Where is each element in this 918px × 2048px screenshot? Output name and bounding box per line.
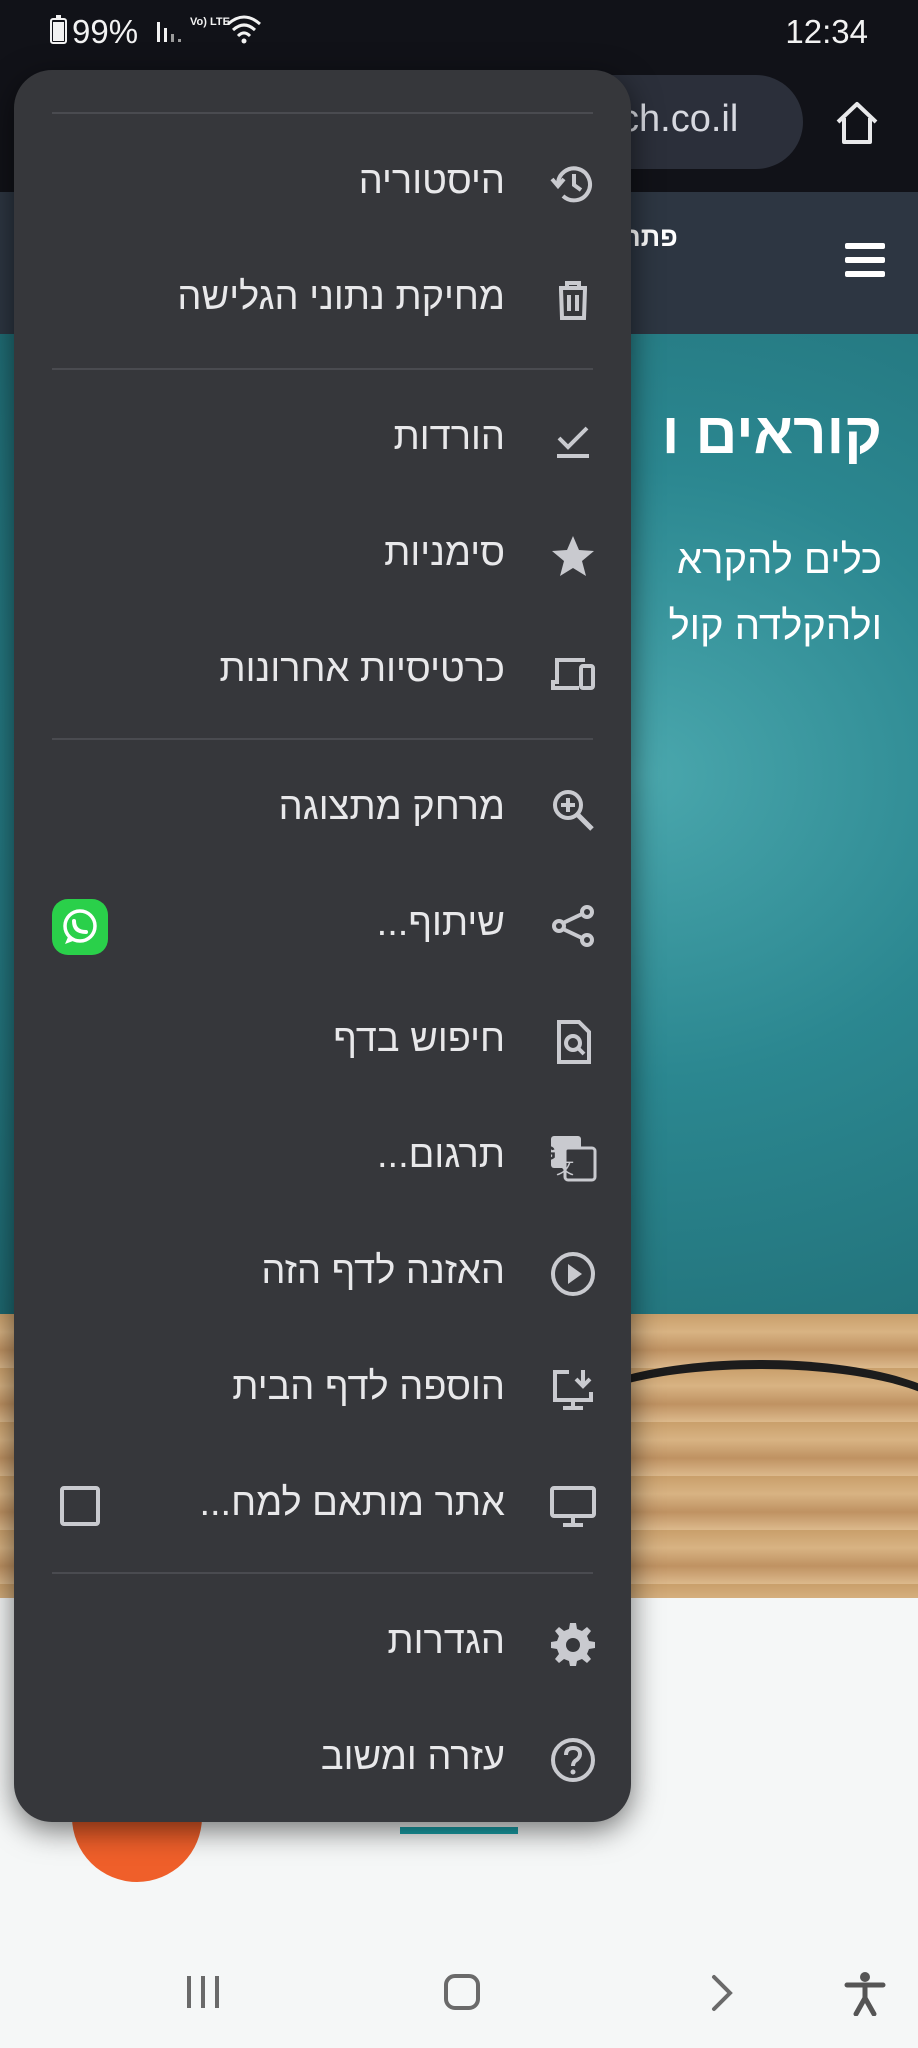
menu-item-history[interactable]: היסטוריה [14,134,631,234]
download-check-icon [557,426,589,458]
battery-icon [50,15,67,44]
menu-divider [52,112,593,114]
whatsapp-icon[interactable] [52,899,108,955]
status-bar: 99% Vo) LTE 12:34 [0,0,918,62]
menu-item-label: הגדרות [387,1620,505,1662]
volte-lte-icon: Vo) LTE [190,16,230,28]
menu-item-zoom[interactable]: מרחק מתצוגה [14,760,631,860]
desktop-site-checkbox[interactable] [60,1486,100,1526]
menu-item-label: הורדות [393,416,505,458]
find-in-page-icon [557,1020,591,1064]
play-circle-icon [551,1252,595,1296]
menu-item-help[interactable]: עזרה ומשוב [14,1710,631,1810]
menu-item-label: עזרה ומשוב [320,1736,505,1778]
overflow-menu: היסטוריה מחיקת נתוני הגלישה הורדות סימני… [14,70,631,1822]
add-to-home-icon [553,1370,593,1410]
menu-item-listen[interactable]: האזנה לדף הזה [14,1224,631,1324]
menu-item-clear-browsing-data[interactable]: מחיקת נתוני הגלישה [14,250,631,350]
trash-icon [559,281,587,320]
clock: 12:34 [785,13,868,50]
nav-home-icon[interactable] [444,1974,480,2010]
history-icon [550,166,592,203]
menu-item-settings[interactable]: הגדרות [14,1594,631,1694]
menu-item-label: חיפוש בדף [333,1018,505,1060]
accessibility-icon[interactable] [842,1970,888,2016]
menu-item-label: מחיקת נתוני הגלישה [177,276,505,318]
menu-item-label: אתר מותאם למח... [199,1482,505,1524]
menu-item-label: היסטוריה [358,160,505,202]
svg-text:文: 文 [556,1158,574,1179]
desktop-icon [550,1486,596,1527]
devices-icon [551,658,595,690]
zoom-in-icon [553,790,594,831]
translate-icon: G 文 [549,1136,597,1182]
menu-item-label: האזנה לדף הזה [261,1250,505,1292]
menu-item-label: הוספה לדף הבית [232,1366,505,1408]
menu-item-share[interactable]: שיתוף... [14,876,631,976]
menu-item-bookmarks[interactable]: סימניות [14,506,631,606]
menu-divider [52,368,593,370]
signal-icon [157,22,181,42]
hamburger-menu-icon[interactable] [845,243,885,277]
star-icon [552,536,594,576]
menu-item-recent-tabs[interactable]: כרטיסיות אחרונות [14,622,631,722]
hero-subtitle-line-2: ולהקלדה קול [668,604,882,648]
help-icon [551,1738,595,1782]
menu-item-label: שיתוף... [376,902,505,944]
share-icon [552,905,594,947]
wifi-icon [227,15,261,44]
menu-item-find-in-page[interactable]: חיפוש בדף [14,992,631,1092]
recent-apps-icon[interactable] [187,1976,225,2008]
menu-divider [52,738,593,740]
back-icon[interactable] [702,1973,742,2013]
battery-percentage: 99% [72,13,139,50]
svg-text:G: G [549,1143,556,1165]
menu-divider [52,1572,593,1574]
gear-icon [551,1623,595,1666]
menu-item-label: סימניות [384,532,505,574]
hero-subtitle-line-1: כלים להקרא [676,538,882,582]
menu-item-label: מרחק מתצוגה [278,786,505,828]
url-text: ch.co.il [620,98,739,140]
menu-item-translate[interactable]: G 文 תרגום... [14,1108,631,1208]
home-icon[interactable] [832,98,882,148]
section-accent-line [400,1827,518,1834]
menu-item-add-to-home[interactable]: הוספה לדף הבית [14,1340,631,1440]
menu-item-label: תרגום... [376,1134,505,1176]
hero-title: קוראים ו [661,401,882,466]
menu-item-desktop-site[interactable]: אתר מותאם למח... [14,1456,631,1556]
menu-item-label: כרטיסיות אחרונות [219,648,505,690]
menu-item-downloads[interactable]: הורדות [14,390,631,490]
